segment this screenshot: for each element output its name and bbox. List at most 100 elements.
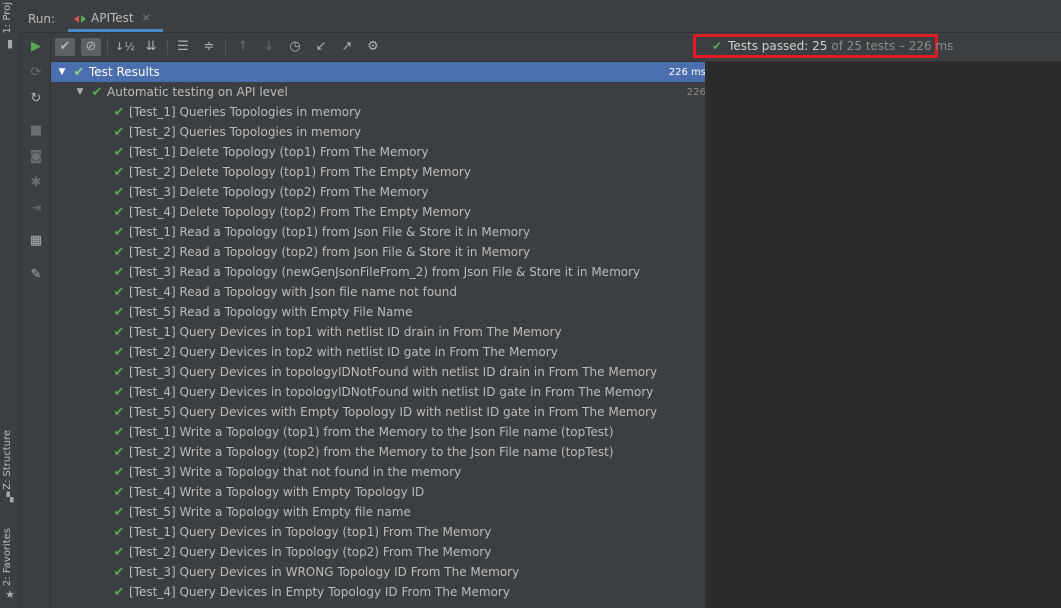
test-history-icon[interactable]: ◷ [285,38,305,56]
test-label: [Test_3] Delete Topology (top2) From The… [129,185,429,199]
test-row[interactable]: ✔ [Test_4] Write a Topology with Empty To… [51,482,705,502]
rerun-failed-icon[interactable]: ⟳ [28,65,44,81]
pass-check-icon: ✔ [113,164,125,180]
project-tab[interactable]: 1: Proj [2,2,13,34]
structure-icon[interactable]: ▚ [4,492,16,504]
toolbar-divider [167,39,168,55]
run-tab-apitest[interactable]: APITest × [68,6,163,32]
pass-check-icon: ✔ [91,84,103,100]
pass-check-icon: ✔ [73,64,85,80]
test-row[interactable]: ✔ [Test_2] Query Devices in Topology (top… [51,542,705,562]
test-row[interactable]: ✔ [Test_2] Delete Topology (top1) From Th… [51,162,705,182]
exit-icon[interactable]: ⇥ [28,201,44,217]
camera-icon[interactable]: ◙ [28,149,44,165]
test-row[interactable]: ✔ [Test_3] Delete Topology (top2) From Th… [51,182,705,202]
export-tests-icon[interactable]: ↗ [337,38,357,56]
collapse-all-icon[interactable]: ≑ [199,38,219,56]
test-row[interactable]: ✔ [Test_4] Query Devices in topologyIDNot… [51,382,705,402]
pass-check-icon: ✔ [113,444,125,460]
tree-root-label: Test Results [89,65,160,79]
test-row[interactable]: ✔ [Test_1] Delete Topology (top1) From Th… [51,142,705,162]
test-label: [Test_4] Query Devices in Empty Topology… [129,585,510,599]
folder-icon[interactable]: ▮ [4,38,16,50]
pass-check-icon: ✔ [113,384,125,400]
test-label: [Test_1] Query Devices in Topology (top1… [129,525,492,539]
pass-check-icon: ✔ [113,204,125,220]
test-row[interactable]: ✔ [Test_1] Query Devices in top1 with net… [51,322,705,342]
test-row[interactable]: ✔ [Test_4] Query Devices in Empty Topolog… [51,582,705,602]
show-passed-icon[interactable]: ✔ [55,38,75,56]
favorites-tab[interactable]: 2: Favorites [2,528,13,586]
sort-by-duration-icon[interactable]: ⇊ [141,38,161,56]
test-label: [Test_5] Write a Topology with Empty fil… [129,505,411,519]
test-row[interactable]: ✔ [Test_3] Write a Topology that not foun… [51,462,705,482]
test-label: [Test_2] Queries Topologies in memory [129,125,362,139]
tests-total-text: of 25 tests – 226 ms [831,39,954,53]
pass-check-icon: ✔ [113,424,125,440]
close-icon[interactable]: × [142,11,151,24]
test-row[interactable]: ✔ [Test_2] Write a Topology (top2) from t… [51,442,705,462]
test-output-pane[interactable] [706,62,1061,608]
test-label: [Test_4] Query Devices in topologyIDNotF… [129,385,654,399]
expand-arrow-icon[interactable]: ▼ [57,67,67,77]
pass-check-icon: ✔ [712,39,723,53]
pass-check-icon: ✔ [113,404,125,420]
test-row[interactable]: ✔ [Test_1] Write a Topology (top1) from t… [51,422,705,442]
import-tests-icon[interactable]: ↙ [311,38,331,56]
run-icon[interactable]: ▶ [28,39,44,55]
test-label: [Test_1] Queries Topologies in memory [129,105,362,119]
structure-tab[interactable]: Z: Structure [2,430,13,490]
next-failed-icon[interactable]: ↓ [259,38,279,56]
test-row[interactable]: ✔ [Test_2] Read a Topology (top2) from Js… [51,242,705,262]
pass-check-icon: ✔ [113,324,125,340]
test-label: [Test_2] Write a Topology (top2) from th… [129,445,614,459]
test-row[interactable]: ✔ [Test_5] Read a Topology with Empty Fil… [51,302,705,322]
test-label: [Test_2] Delete Topology (top1) From The… [129,165,471,179]
test-row[interactable]: ✔ [Test_3] Read a Topology (newGenJsonFil… [51,262,705,282]
test-row[interactable]: ✔ [Test_3] Query Devices in WRONG Topolog… [51,562,705,582]
toggle-auto-test-icon[interactable]: ↻ [28,91,44,107]
suite-label: Automatic testing on API level [107,85,288,99]
suite-duration: 226 ms [686,86,705,98]
pin-icon[interactable]: ✎ [28,267,44,283]
sort-alphabetically-icon[interactable]: ↓½ [115,38,135,56]
previous-failed-icon[interactable]: ↑ [233,38,253,56]
show-ignored-icon[interactable]: ⊘ [81,38,101,56]
pass-check-icon: ✔ [113,144,125,160]
test-label: [Test_2] Query Devices in Topology (top2… [129,545,492,559]
test-row[interactable]: ✔ [Test_1] Query Devices in Topology (top… [51,522,705,542]
pass-check-icon: ✔ [113,584,125,600]
test-row[interactable]: ✔ [Test_3] Query Devices in topologyIDNot… [51,362,705,382]
tree-root-row[interactable]: ▼ ✔ Test Results 226 ms [51,62,705,82]
toolbar-divider [107,39,108,55]
test-row[interactable]: ✔ [Test_2] Query Devices in top2 with net… [51,342,705,362]
test-label: [Test_1] Read a Topology (top1) from Jso… [129,225,531,239]
pass-check-icon: ✔ [113,104,125,120]
test-label: [Test_3] Query Devices in WRONG Topology… [129,565,520,579]
test-row[interactable]: ✔ [Test_5] Write a Topology with Empty fi… [51,502,705,522]
pass-check-icon: ✔ [113,524,125,540]
test-summary: ✔ Tests passed: 25 of 25 tests – 226 ms [693,34,953,58]
stop-icon[interactable]: ■ [28,123,44,139]
run-tab-label: APITest [91,10,134,25]
star-icon[interactable]: ★ [4,589,16,601]
pass-check-icon: ✔ [113,224,125,240]
test-label: [Test_1] Query Devices in top1 with netl… [129,325,562,339]
settings-icon[interactable]: ⚙ [363,38,383,56]
test-row[interactable]: ✔[Test_1] Queries Topologies in memory17… [51,102,705,122]
test-label: [Test_1] Delete Topology (top1) From The… [129,145,429,159]
suite-row[interactable]: ▼ ✔ Automatic testing on API level 226 m… [51,82,705,102]
test-row[interactable]: ✔ [Test_4] Read a Topology with Json file… [51,282,705,302]
debug-icon[interactable]: ✱ [28,175,44,191]
test-row[interactable]: ✔ [Test_1] Read a Topology (top1) from Js… [51,222,705,242]
pass-check-icon: ✔ [113,124,125,140]
test-label: [Test_3] Write a Topology that not found… [129,465,462,479]
test-row[interactable]: ✔[Test_2] Queries Topologies in memory8 … [51,122,705,142]
pass-check-icon: ✔ [113,344,125,360]
pass-check-icon: ✔ [113,544,125,560]
layout-icon[interactable]: ▦ [28,233,44,249]
test-row[interactable]: ✔ [Test_5] Query Devices with Empty Topol… [51,402,705,422]
expand-all-icon[interactable]: ☰ [173,38,193,56]
test-row[interactable]: ✔ [Test_4] Delete Topology (top2) From Th… [51,202,705,222]
expand-arrow-icon[interactable]: ▼ [75,87,85,97]
